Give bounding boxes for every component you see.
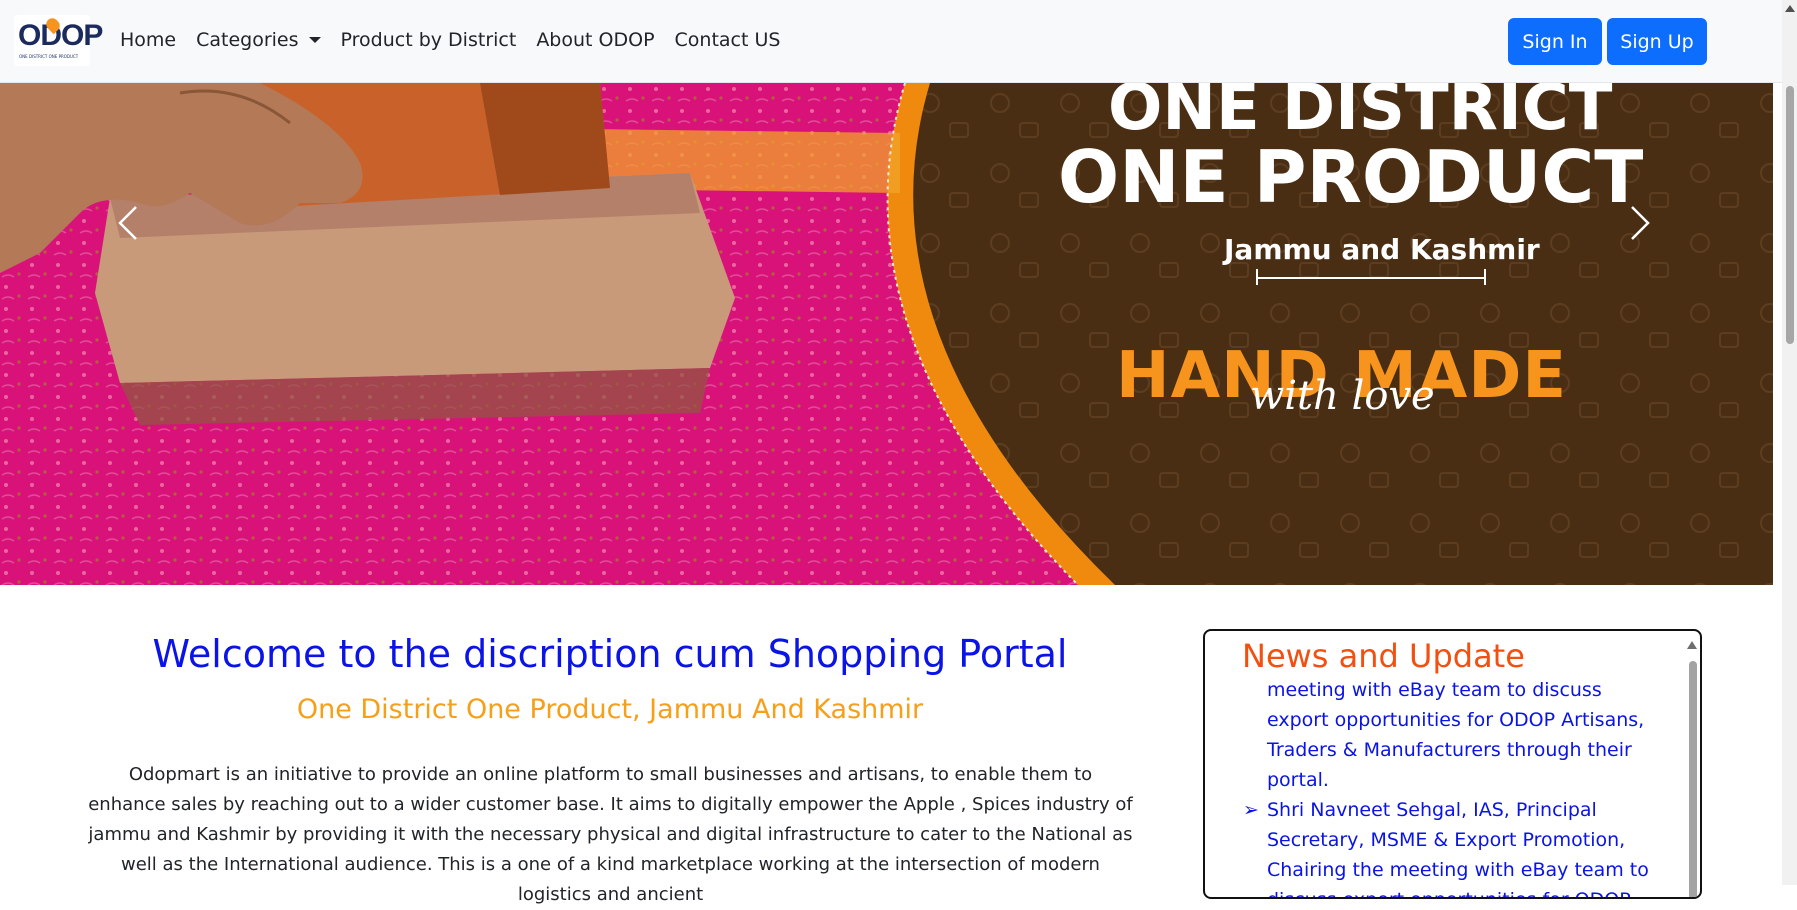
logo-subtext: ONE DISTRICT ONE PRODUCT [19,54,79,59]
news-item[interactable]: meeting with eBay team to discuss export… [1243,675,1663,795]
welcome-title: Welcome to the discription cum Shopping … [152,632,1068,676]
news-scrollbar[interactable] [1689,661,1697,897]
sign-in-button[interactable]: Sign In [1508,18,1602,65]
navbar: ODOP ONE DISTRICT ONE PRODUCT Home Categ… [0,0,1782,83]
nav-product-by-district[interactable]: Product by District [341,29,517,51]
welcome-subtitle: One District One Product, Jammu And Kash… [296,694,924,725]
sign-up-button[interactable]: Sign Up [1607,18,1707,65]
chevron-down-icon [308,37,321,43]
news-panel: News and Update meeting with eBay team t… [1203,629,1702,899]
carousel-prev-button[interactable] [116,203,156,263]
chevron-right-icon [1631,206,1650,240]
scroll-up-icon[interactable] [1687,641,1697,649]
carousel-next-button[interactable] [1628,203,1668,263]
bullet-icon [1243,675,1267,795]
news-item-text: Shri Navneet Sehgal, IAS, Principal Secr… [1267,799,1649,897]
page-scrollbar-thumb[interactable] [1786,86,1794,344]
welcome-body: Odopmart is an initiative to provide an … [88,764,1133,905]
nav-links: Home Categories Product by District Abou… [120,29,800,51]
page-scrollbar[interactable] [1782,0,1797,885]
news-title: News and Update [1242,637,1525,675]
nav-about-odop[interactable]: About ODOP [536,29,654,51]
scroll-up-icon[interactable] [1785,5,1795,12]
chevron-left-icon [118,206,137,240]
news-item[interactable]: ➢ Shri Navneet Sehgal, IAS, Principal Se… [1243,795,1663,897]
nav-categories-dropdown[interactable]: Categories [196,29,321,51]
news-item-text: meeting with eBay team to discuss export… [1267,679,1645,791]
hero-title-line2: ONE PRODUCT [1058,135,1644,219]
nav-home[interactable]: Home [120,29,176,51]
nav-contact-us[interactable]: Contact US [675,29,781,51]
brand-logo[interactable]: ODOP ONE DISTRICT ONE PRODUCT [14,15,103,66]
bullet-icon: ➢ [1243,799,1259,821]
hero-with-love: with love [1250,373,1435,419]
logo-text: ODOP [18,19,103,52]
hero-carousel: ONE DISTRICT ONE PRODUCT Jammu and Kashm… [0,83,1773,585]
news-list[interactable]: meeting with eBay team to discuss export… [1243,675,1663,897]
hero-region: Jammu and Kashmir [1224,233,1540,266]
nav-categories-label: Categories [196,29,299,51]
